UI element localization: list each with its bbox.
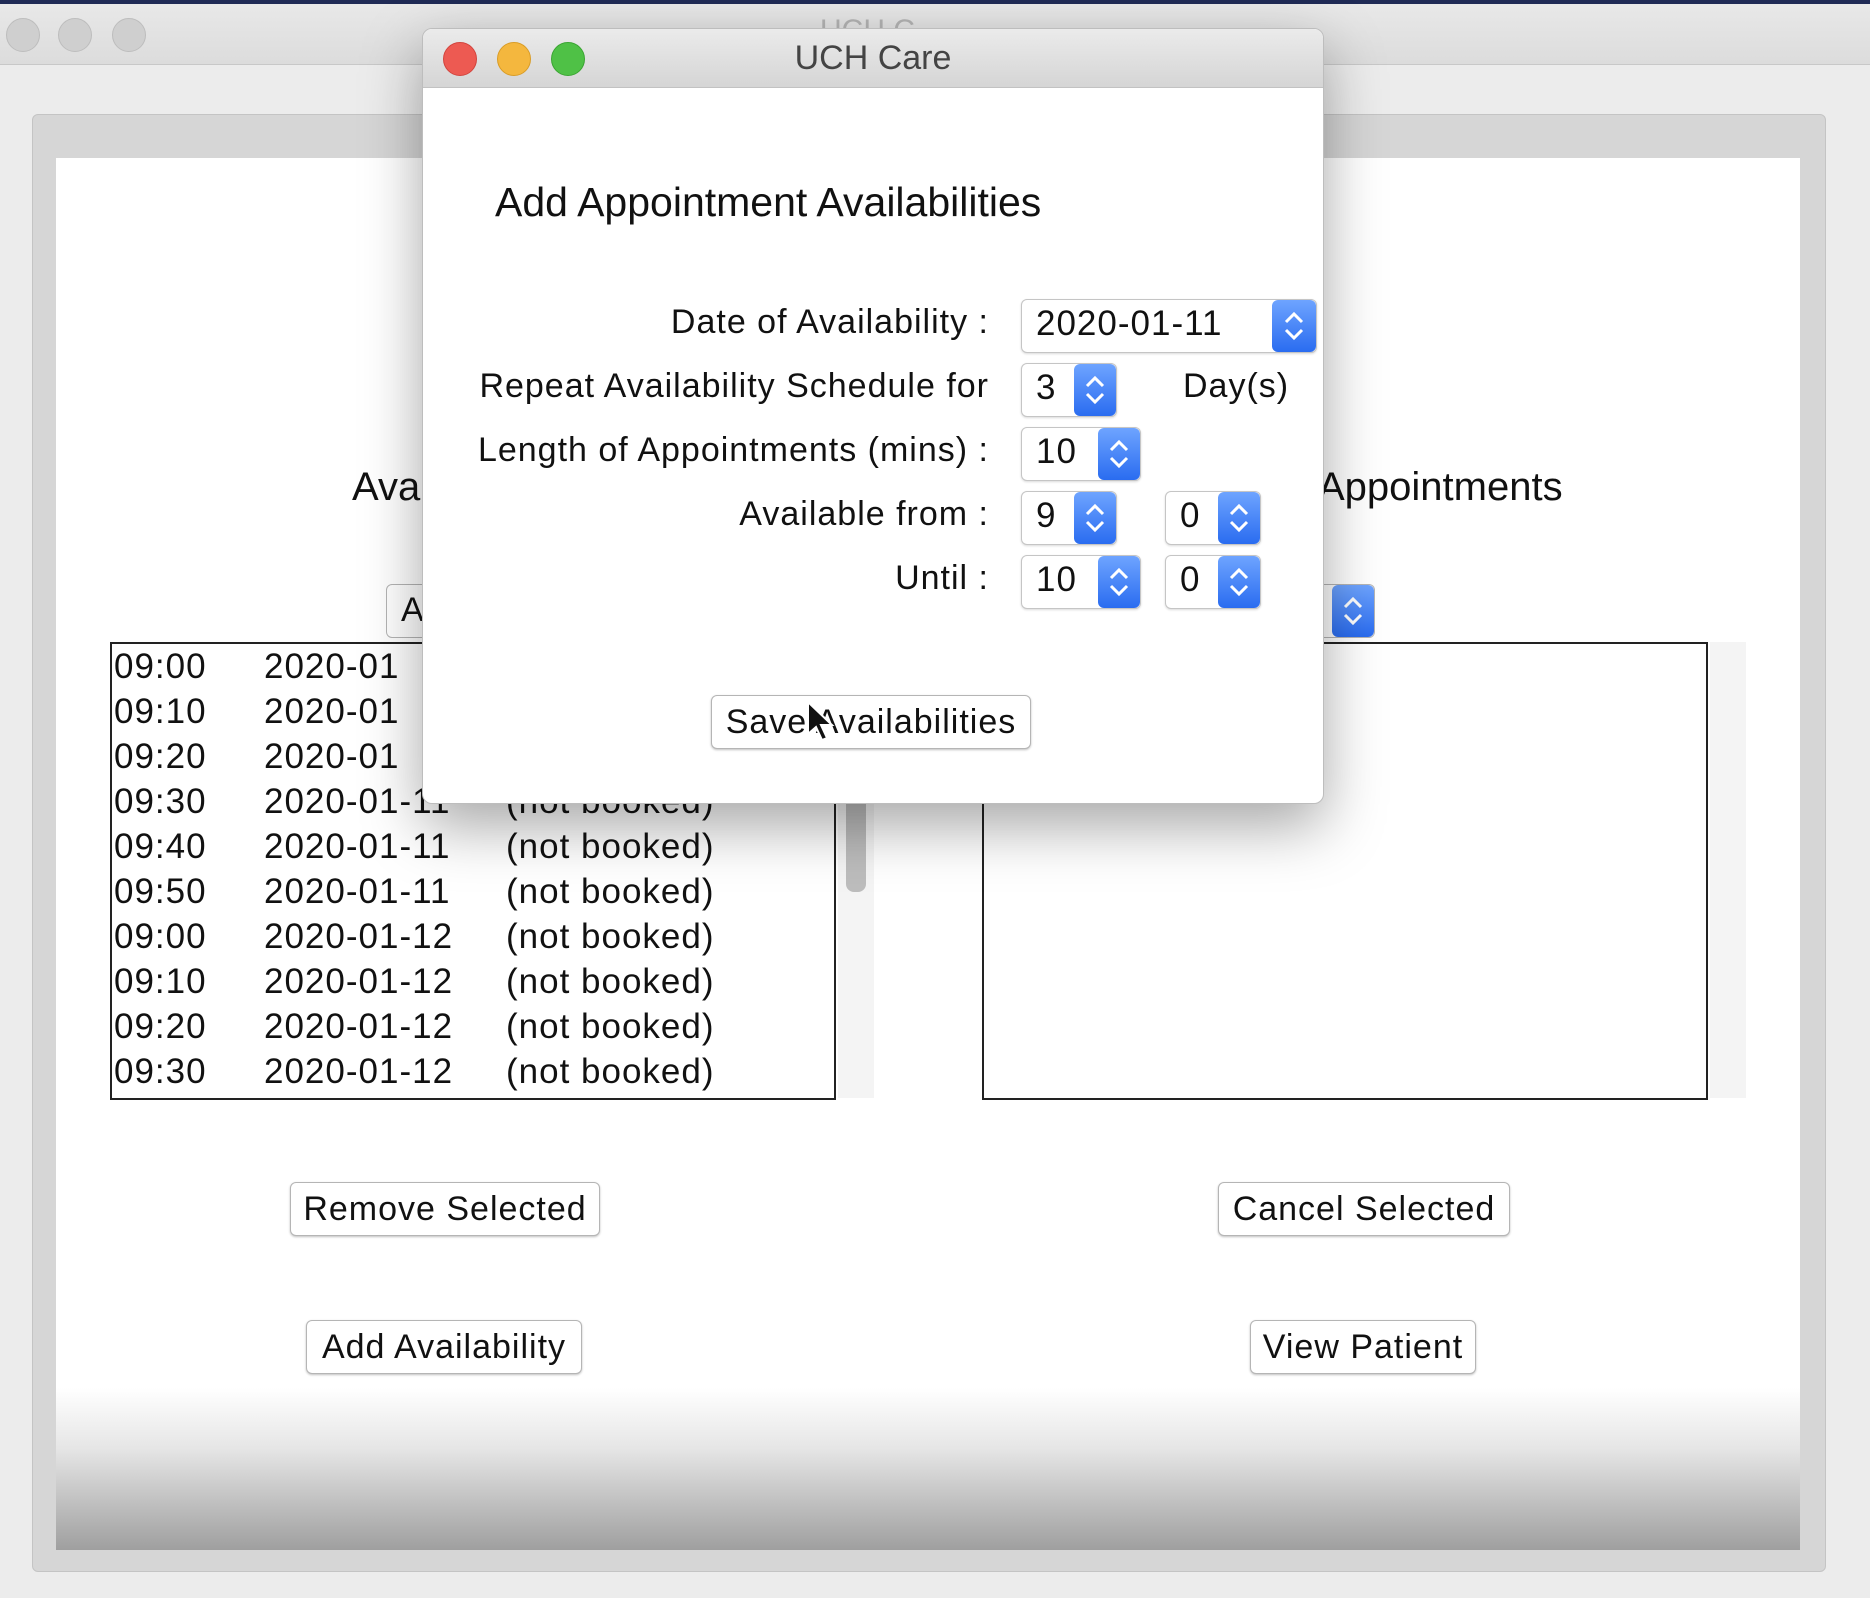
from-minute-stepper-icon[interactable] [1218, 492, 1260, 544]
length-stepper-icon[interactable] [1098, 428, 1140, 480]
from-hour-stepper-icon[interactable] [1074, 492, 1116, 544]
date-spinner[interactable]: 2020-01-11 [1021, 299, 1317, 353]
list-item-status: (not booked) [506, 962, 715, 1001]
repeat-label: Repeat Availability Schedule for [479, 367, 989, 405]
list-item-time: 09:30 [114, 1052, 207, 1091]
close-button-inactive[interactable] [6, 18, 40, 52]
repeat-days-value: 3 [1036, 368, 1057, 407]
date-stepper-icon[interactable] [1272, 300, 1316, 352]
view-patient-button[interactable]: View Patient [1250, 1320, 1476, 1374]
until-hour-spinner[interactable]: 10 [1021, 555, 1141, 609]
length-value: 10 [1036, 432, 1077, 471]
list-item[interactable]: 09:10 2020-01-12 (not booked) [112, 959, 834, 1004]
appointments-title: Appointments [1318, 465, 1563, 509]
list-item-time: 09:20 [114, 1007, 207, 1046]
appointments-scrollbar[interactable] [1710, 642, 1746, 1098]
until-hour-value: 10 [1036, 560, 1077, 599]
list-item-time: 09:20 [114, 737, 207, 776]
from-minute-spinner[interactable]: 0 [1165, 491, 1261, 545]
list-item-status: (not booked) [506, 827, 715, 866]
mouse-cursor-icon [806, 699, 836, 744]
dialog-title: UCH Care [794, 39, 952, 77]
dropdown-chevron-icon [1332, 585, 1374, 637]
from-minute-value: 0 [1180, 496, 1201, 535]
list-item-time: 09:00 [114, 917, 207, 956]
add-availability-dialog: UCH Care Add Appointment Availabilities … [422, 28, 1324, 804]
list-item[interactable]: 09:40 2020-01-11 (not booked) [112, 824, 834, 869]
from-hour-spinner[interactable]: 9 [1021, 491, 1117, 545]
remove-selected-button[interactable]: Remove Selected [290, 1182, 600, 1236]
dialog-heading: Add Appointment Availabilities [495, 179, 1042, 225]
list-item[interactable]: 09:00 2020-01-12 (not booked) [112, 914, 834, 959]
date-value: 2020-01-11 [1036, 304, 1223, 343]
scrollbar-thumb[interactable] [846, 792, 866, 892]
dialog-titlebar: UCH Care [423, 29, 1323, 88]
list-item-time: 09:50 [114, 872, 207, 911]
list-item-status: (not booked) [506, 872, 715, 911]
length-spinner[interactable]: 10 [1021, 427, 1141, 481]
from-hour-value: 9 [1036, 496, 1057, 535]
minimize-button-inactive[interactable] [58, 18, 92, 52]
availabilities-title: Ava [352, 465, 421, 509]
list-item-time: 09:00 [114, 647, 207, 686]
maximize-button-inactive[interactable] [112, 18, 146, 52]
list-item-status: (not booked) [506, 1052, 715, 1091]
list-item-date: 2020-01-12 [264, 1007, 454, 1046]
available-from-label: Available from : [739, 495, 989, 533]
save-availabilities-button[interactable]: Save Availabilities [711, 695, 1031, 749]
length-label: Length of Appointments (mins) : [477, 431, 989, 469]
list-item-time: 09:10 [114, 692, 207, 731]
until-minute-spinner[interactable]: 0 [1165, 555, 1261, 609]
until-minute-value: 0 [1180, 560, 1201, 599]
list-item-time: 09:30 [114, 782, 207, 821]
until-hour-stepper-icon[interactable] [1098, 556, 1140, 608]
list-item-date: 2020-01-11 [264, 872, 451, 911]
list-item[interactable]: 09:30 2020-01-12 (not booked) [112, 1049, 834, 1094]
repeat-days-spinner[interactable]: 3 [1021, 363, 1117, 417]
list-item-status: (not booked) [506, 917, 715, 956]
list-item-time: 09:40 [114, 827, 207, 866]
list-item-date: 2020-01-12 [264, 962, 454, 1001]
list-item[interactable]: 09:20 2020-01-12 (not booked) [112, 1004, 834, 1049]
repeat-stepper-icon[interactable] [1074, 364, 1116, 416]
date-label: Date of Availability : [670, 303, 989, 341]
list-item-status: (not booked) [506, 1007, 715, 1046]
until-label: Until : [895, 559, 989, 597]
days-suffix-label: Day(s) [1183, 367, 1290, 405]
list-item-date: 2020-01-12 [264, 1052, 454, 1091]
list-item-date: 2020-01-11 [264, 827, 451, 866]
add-availability-button[interactable]: Add Availability [306, 1320, 582, 1374]
list-item[interactable]: 09:50 2020-01-11 (not booked) [112, 869, 834, 914]
dropdown-label: A [401, 591, 424, 629]
list-item-time: 09:10 [114, 962, 207, 1001]
until-minute-stepper-icon[interactable] [1218, 556, 1260, 608]
cancel-selected-button[interactable]: Cancel Selected [1218, 1182, 1510, 1236]
list-item-date: 2020-01-12 [264, 917, 454, 956]
